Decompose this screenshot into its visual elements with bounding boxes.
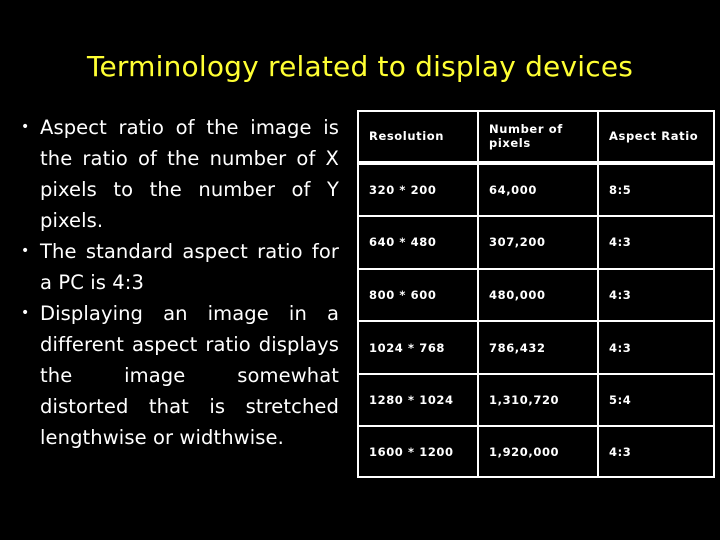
cell-aspect: 4:3 [597, 267, 715, 321]
cell-resolution: 320 * 200 [357, 162, 477, 216]
cell-aspect: 8:5 [597, 162, 715, 216]
cell-aspect: 4:3 [597, 215, 715, 268]
table-row: 320 * 200 64,000 8:5 [357, 162, 715, 216]
resolution-table: Resolution Number of pixels Aspect Ratio… [357, 110, 715, 478]
list-item: The standard aspect ratio for a PC is 4:… [14, 236, 339, 298]
cell-resolution: 1280 * 1024 [357, 372, 477, 426]
table-row: 640 * 480 307,200 4:3 [357, 215, 715, 268]
cell-resolution: 1024 * 768 [357, 320, 477, 373]
slide-canvas: { "slide": { "title": "Terminology relat… [0, 0, 720, 540]
page-title: Terminology related to display devices [86, 50, 634, 83]
column-header-aspect-ratio: Aspect Ratio [597, 110, 715, 163]
table-header-row: Resolution Number of pixels Aspect Ratio [357, 110, 715, 163]
list-item: Displaying an image in a different aspec… [14, 298, 339, 453]
cell-resolution: 1600 * 1200 [357, 425, 477, 478]
table-row: 1280 * 1024 1,310,720 5:4 [357, 372, 715, 426]
bullet-list: Aspect ratio of the image is the ratio o… [14, 112, 339, 453]
cell-pixels: 1,310,720 [477, 372, 597, 426]
cell-resolution: 640 * 480 [357, 215, 477, 268]
cell-pixels: 480,000 [477, 267, 597, 321]
list-item: Aspect ratio of the image is the ratio o… [14, 112, 339, 236]
cell-pixels: 786,432 [477, 320, 597, 373]
cell-aspect: 4:3 [597, 320, 715, 373]
table-row: 1024 * 768 786,432 4:3 [357, 320, 715, 373]
table-row: 800 * 600 480,000 4:3 [357, 267, 715, 321]
table-row: 1600 * 1200 1,920,000 4:3 [357, 425, 715, 478]
cell-pixels: 1,920,000 [477, 425, 597, 478]
cell-resolution: 800 * 600 [357, 267, 477, 321]
cell-pixels: 307,200 [477, 215, 597, 268]
cell-aspect: 5:4 [597, 372, 715, 426]
column-header-number-of-pixels: Number of pixels [477, 110, 597, 163]
column-header-resolution: Resolution [357, 110, 477, 163]
cell-aspect: 4:3 [597, 425, 715, 478]
cell-pixels: 64,000 [477, 162, 597, 216]
